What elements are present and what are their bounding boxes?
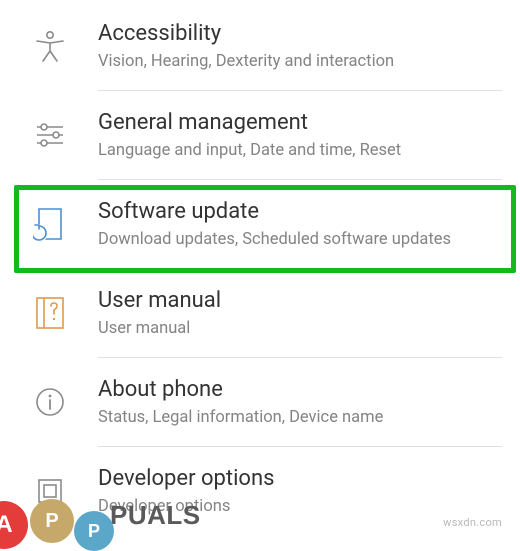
watermark-circle-tan: P	[30, 499, 74, 543]
item-title: Accessibility	[98, 20, 500, 49]
item-text: General management Language and input, D…	[98, 109, 500, 161]
watermark-circle-red: A	[0, 501, 28, 549]
item-title: General management	[98, 109, 500, 138]
settings-item-about-phone[interactable]: About phone Status, Legal information, D…	[0, 358, 520, 446]
item-subtitle: User manual	[98, 318, 500, 339]
item-title: About phone	[98, 376, 500, 405]
item-title: Software update	[98, 198, 500, 227]
sliders-icon	[30, 115, 70, 155]
item-text: User manual User manual	[98, 287, 500, 339]
watermark-left: A P P PUALS	[0, 489, 201, 537]
info-icon	[30, 382, 70, 422]
item-text: About phone Status, Legal information, D…	[98, 376, 500, 428]
settings-item-software-update[interactable]: Software update Download updates, Schedu…	[0, 180, 520, 268]
settings-list: Accessibility Vision, Hearing, Dexterity…	[0, 0, 520, 535]
item-text: Software update Download updates, Schedu…	[98, 198, 500, 250]
item-subtitle: Vision, Hearing, Dexterity and interacti…	[98, 51, 500, 72]
item-subtitle: Download updates, Scheduled software upd…	[98, 229, 500, 250]
settings-item-accessibility[interactable]: Accessibility Vision, Hearing, Dexterity…	[0, 2, 520, 90]
accessibility-icon	[30, 26, 70, 66]
watermark-left-text: PUALS	[110, 500, 201, 531]
item-title: User manual	[98, 287, 500, 316]
item-subtitle: Status, Legal information, Device name	[98, 407, 500, 428]
watermark-circle-blue: P	[74, 511, 114, 551]
item-text: Accessibility Vision, Hearing, Dexterity…	[98, 20, 500, 72]
settings-item-general-management[interactable]: General management Language and input, D…	[0, 91, 520, 179]
item-subtitle: Language and input, Date and time, Reset	[98, 140, 500, 161]
software-update-icon	[30, 204, 70, 244]
watermark-right: wsxdn.com	[443, 516, 502, 529]
settings-item-user-manual[interactable]: User manual User manual	[0, 269, 520, 357]
manual-icon	[30, 293, 70, 333]
